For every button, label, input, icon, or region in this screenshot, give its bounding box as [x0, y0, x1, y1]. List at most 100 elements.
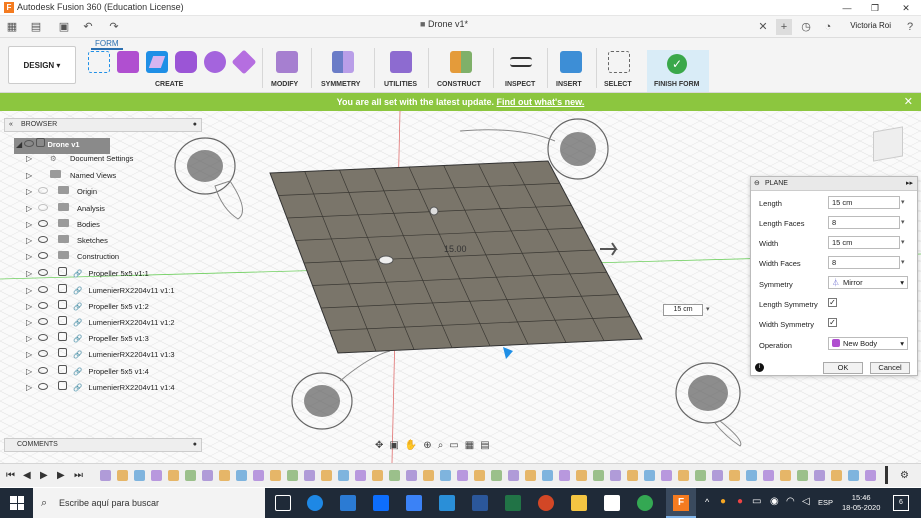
orbit-icon[interactable]: ✥ [375, 440, 389, 451]
expand-icon[interactable]: ▷ [26, 383, 38, 392]
timeline-feature-icon[interactable] [287, 470, 298, 481]
timeline-feature-icon[interactable] [406, 470, 417, 481]
timeline-track[interactable] [100, 466, 890, 484]
timeline-feature-icon[interactable] [321, 470, 332, 481]
expand-icon[interactable]: ▷ [26, 334, 38, 343]
grid-menu-icon[interactable]: ▦ [4, 19, 20, 35]
chrome-icon[interactable] [637, 495, 653, 511]
tree-item[interactable]: ▷ 🔗 LumenierRX2204v11 v1:4 [26, 380, 175, 397]
timeline-feature-icon[interactable] [678, 470, 689, 481]
timeline-feature-icon[interactable] [627, 470, 638, 481]
view-cube-icon[interactable] [873, 126, 903, 162]
select-icon[interactable] [608, 51, 630, 73]
timeline-feature-icon[interactable] [474, 470, 485, 481]
tree-item[interactable]: ▷ Named Views [26, 170, 116, 186]
timeline-feature-icon[interactable] [423, 470, 434, 481]
dimension-input[interactable]: 15 cm [663, 304, 703, 316]
tree-item[interactable]: ▷ 🔗 Propeller 5x5 v1:3 [26, 332, 149, 348]
fit-icon[interactable]: ⌕ [438, 440, 450, 451]
user-name[interactable]: Victoria Roi [850, 21, 891, 30]
timeline-feature-icon[interactable] [763, 470, 774, 481]
visibility-icon[interactable] [38, 350, 48, 358]
expand-icon[interactable]: ▷ [26, 350, 38, 359]
utilities-icon[interactable] [390, 51, 412, 73]
expand-icon[interactable]: ▷ [26, 154, 38, 163]
visibility-toggle[interactable] [38, 219, 58, 229]
create-box-sketch-icon[interactable] [88, 51, 110, 73]
timeline-feature-icon[interactable] [848, 470, 859, 481]
minimize-button[interactable]: — [833, 0, 861, 16]
visibility-icon[interactable] [38, 334, 48, 342]
timeline-feature-icon[interactable] [100, 470, 111, 481]
expand-icon[interactable]: ▷ [26, 252, 38, 261]
tree-item[interactable]: ▷ 🔗 LumenierRX2204v11 v1:3 [26, 348, 175, 364]
visibility-icon[interactable] [38, 203, 48, 211]
timeline-feature-icon[interactable] [338, 470, 349, 481]
go-to-end-icon[interactable]: ⏭ [74, 470, 83, 481]
width-faces-input[interactable]: 8 [828, 256, 900, 269]
visibility-icon[interactable] [38, 285, 48, 293]
dropbox-icon[interactable] [373, 495, 389, 511]
timeline-feature-icon[interactable] [525, 470, 536, 481]
expand-icon[interactable]: ▷ [26, 367, 38, 376]
expand-icon[interactable]: ▷ [26, 302, 38, 311]
document-tab[interactable]: ■ Drone v1* [420, 19, 468, 29]
length-symmetry-checkbox[interactable]: ✓ [828, 298, 837, 307]
visibility-icon[interactable] [38, 382, 48, 390]
job-status-icon[interactable]: ◔ [820, 19, 836, 35]
timeline-feature-icon[interactable] [117, 470, 128, 481]
symmetry-group-label[interactable]: SYMMETRY [321, 81, 360, 88]
timeline-feature-icon[interactable] [831, 470, 842, 481]
dimension-dropdown-icon[interactable]: ▾ [706, 305, 710, 313]
expand-icon[interactable]: ▷ [26, 204, 38, 213]
tree-item[interactable]: ▷ Sketches [26, 235, 108, 251]
timeline-feature-icon[interactable] [134, 470, 145, 481]
visibility-toggle[interactable] [38, 318, 58, 327]
timeline-feature-icon[interactable] [695, 470, 706, 481]
comments-panel[interactable]: COMMENTS ● [4, 438, 202, 452]
pan-icon[interactable]: ✋ [405, 440, 423, 451]
timeline-feature-icon[interactable] [593, 470, 604, 481]
operation-select[interactable]: New Body ▾ [828, 337, 908, 350]
tree-item[interactable]: ▷ 🔗 LumenierRX2204v11 v1:1 [26, 283, 175, 300]
inspect-group-label[interactable]: INSPECT [505, 81, 535, 88]
visibility-icon[interactable] [38, 236, 48, 243]
tray-security-icon[interactable]: ● [737, 496, 743, 507]
construct-group-label[interactable]: CONSTRUCT [437, 81, 481, 88]
construct-icon[interactable] [450, 51, 472, 73]
expand-icon[interactable]: ▷ [26, 318, 38, 327]
tree-root[interactable]: ◢ Drone v1 [14, 138, 110, 154]
timeline-feature-icon[interactable] [304, 470, 315, 481]
visibility-toggle[interactable] [38, 382, 58, 392]
expand-icon[interactable]: ▷ [26, 269, 38, 278]
fusion-taskbar-button[interactable]: F [666, 488, 696, 518]
new-tab-icon[interactable]: + [776, 19, 792, 35]
notification-icon[interactable]: 6 [893, 495, 909, 511]
timeline-marker[interactable] [885, 466, 888, 484]
modify-group-label[interactable]: MODIFY [271, 81, 298, 88]
minus-icon[interactable]: ⊖ [754, 177, 760, 191]
taskbar-search-input[interactable]: ⌕ Escribe aquí para buscar [33, 488, 265, 518]
notepad-icon[interactable] [604, 495, 620, 511]
volume-icon[interactable]: ◁ [802, 496, 810, 507]
cancel-button[interactable]: Cancel [870, 362, 910, 374]
timeline-feature-icon[interactable] [491, 470, 502, 481]
visibility-toggle[interactable] [38, 203, 58, 213]
tree-item[interactable]: ▷ Construction [26, 251, 119, 267]
timeline-settings-icon[interactable]: ⚙ [900, 470, 909, 481]
timeline-feature-icon[interactable] [559, 470, 570, 481]
visibility-icon[interactable] [38, 187, 48, 195]
measure-icon[interactable] [510, 57, 532, 67]
timeline-feature-icon[interactable] [168, 470, 179, 481]
visibility-toggle[interactable] [38, 350, 58, 359]
play-icon[interactable]: ▶ [40, 470, 48, 481]
app-icon[interactable] [406, 495, 422, 511]
select-group-label[interactable]: SELECT [604, 81, 632, 88]
visibility-toggle[interactable] [38, 285, 58, 295]
display-settings-icon[interactable]: ▭ [449, 440, 464, 451]
ok-button[interactable]: OK [823, 362, 863, 374]
timeline-feature-icon[interactable] [440, 470, 451, 481]
timeline-feature-icon[interactable] [644, 470, 655, 481]
timeline-feature-icon[interactable] [202, 470, 213, 481]
visibility-toggle[interactable] [38, 269, 58, 278]
